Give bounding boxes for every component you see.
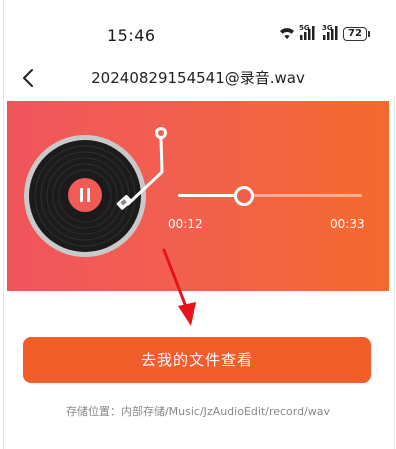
battery-tip	[368, 31, 370, 37]
storage-location-text: 存储位置：内部存储/Music/JzAudioEdit/record/wav	[65, 405, 331, 418]
battery-icon: 72	[343, 27, 367, 41]
wifi-icon	[280, 28, 294, 39]
chevron-left-icon	[23, 69, 33, 87]
back-button[interactable]	[16, 64, 44, 92]
signal-icon	[323, 26, 338, 40]
pause-icon	[87, 188, 90, 202]
progress-slider[interactable]	[178, 194, 362, 197]
open-my-files-button[interactable]: 去我的文件查看	[23, 337, 371, 383]
pause-button[interactable]	[68, 178, 102, 212]
tonearm-icon	[116, 127, 167, 210]
pause-icon	[80, 188, 83, 202]
current-time: 00:12	[168, 217, 203, 231]
pointer-arrow-icon	[162, 248, 196, 326]
status-time: 15:46	[107, 26, 156, 45]
left-edge-divider	[3, 0, 4, 449]
page-title: 20240829154541@录音.wav	[91, 69, 305, 87]
battery-level: 72	[348, 28, 362, 39]
right-edge-divider	[394, 96, 395, 449]
total-time: 00:33	[330, 217, 365, 231]
app-screen: 15:46 5G 3G 72 20240829154541@录音.wav 00:…	[0, 0, 396, 449]
status-bar: 15:46 5G 3G 72	[0, 0, 396, 60]
signal-icon	[300, 26, 315, 40]
